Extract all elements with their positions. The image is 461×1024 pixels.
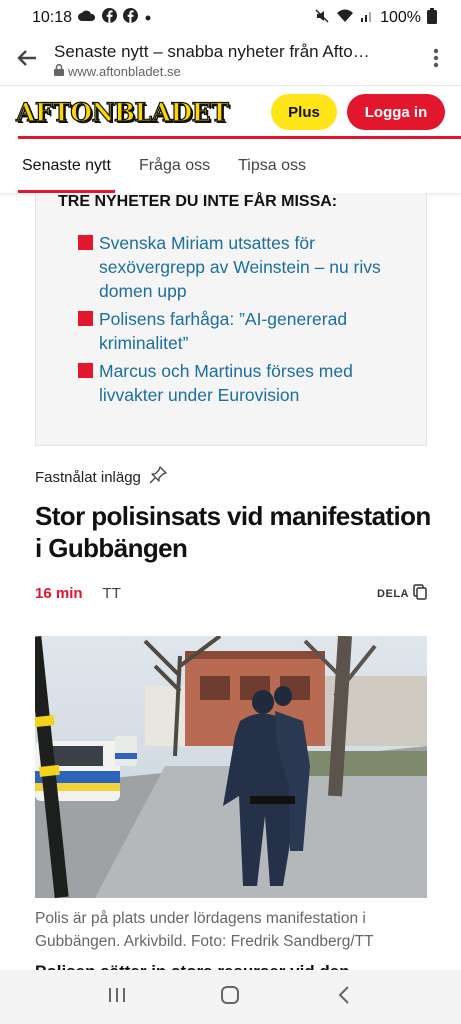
browser-menu-button[interactable] [411,36,461,86]
tab-tipsa-oss[interactable]: Tipsa oss [238,139,306,193]
system-back-button[interactable] [324,977,364,1017]
login-button[interactable]: Logga in [347,94,445,130]
mute-icon [314,8,330,29]
facebook-icon [123,8,139,28]
page-title: Senaste nytt – snabba nyheter från Afto… [54,42,370,61]
copy-icon [413,584,427,603]
address-bar[interactable]: Senaste nytt – snabba nyheter från Afto…… [54,42,411,79]
status-time: 10:18 [32,9,73,26]
article-meta: 16 min TT DELA [35,584,427,603]
notification-dot-icon [144,9,152,27]
back-nav-icon [337,985,351,1010]
list-item[interactable]: Polisens farhåga: ”AI-genererad kriminal… [78,307,398,355]
share-button[interactable]: DELA [377,584,427,603]
red-square-bullet [78,363,93,378]
tab-fraga-oss[interactable]: Fråga oss [139,139,210,193]
cloud-icon [78,9,96,27]
list-item[interactable]: Svenska Miriam utsattes för sexövergrepp… [78,231,398,303]
plus-button[interactable]: Plus [271,94,337,130]
image-caption: Polis är på plats under lördagens manife… [35,910,374,950]
section-tabs: Senaste nytt Fråga oss Tipsa oss [0,139,461,193]
home-icon [220,985,240,1010]
browser-toolbar: Senaste nytt – snabba nyheter från Afto…… [0,36,461,86]
share-label: DELA [377,587,409,600]
must-read-heading: TRE NYHETER DU INTE FÅR MISSA: [58,193,338,210]
site-header: AFTONBLADET Plus Logga in [0,86,461,138]
wifi-icon [336,9,354,28]
red-square-bullet [78,235,93,250]
pinned-label-row: Fastnålat inlägg [35,466,167,488]
article-headline[interactable]: Stor polisinsats vid manifestation i Gub… [35,500,435,564]
recents-button[interactable] [97,977,137,1017]
back-arrow-icon [17,49,37,72]
system-nav-bar [0,970,461,1024]
more-vert-icon [433,48,439,73]
facebook-icon [102,8,118,28]
must-read-list: Svenska Miriam utsattes för sexövergrepp… [78,231,398,411]
article-source: TT [102,585,121,602]
tab-senaste-nytt[interactable]: Senaste nytt [18,139,115,193]
battery-icon [427,7,437,29]
must-read-box: TRE NYHETER DU INTE FÅR MISSA: Svenska M… [35,193,427,446]
must-read-link[interactable]: Polisens farhåga: ”AI-genererad kriminal… [99,307,398,355]
must-read-link[interactable]: Marcus och Martinus förses med livvakter… [99,359,398,407]
must-read-link[interactable]: Svenska Miriam utsattes för sexövergrepp… [99,231,398,303]
red-square-bullet [78,311,93,326]
lock-icon [54,63,64,79]
article-time: 16 min [35,585,83,602]
aftonbladet-logo[interactable]: AFTONBLADET [15,97,229,127]
list-item[interactable]: Marcus och Martinus förses med livvakter… [78,359,398,407]
pin-icon [149,466,167,488]
article-image[interactable] [35,636,427,898]
signal-icon [360,9,374,28]
pinned-label: Fastnålat inlägg [35,468,141,486]
status-bar: 10:18 100% [0,0,461,36]
home-button[interactable] [210,977,250,1017]
battery-percent: 100% [380,9,421,26]
back-button[interactable] [0,36,54,86]
url-text: www.aftonbladet.se [68,64,181,79]
recents-icon [107,986,127,1009]
